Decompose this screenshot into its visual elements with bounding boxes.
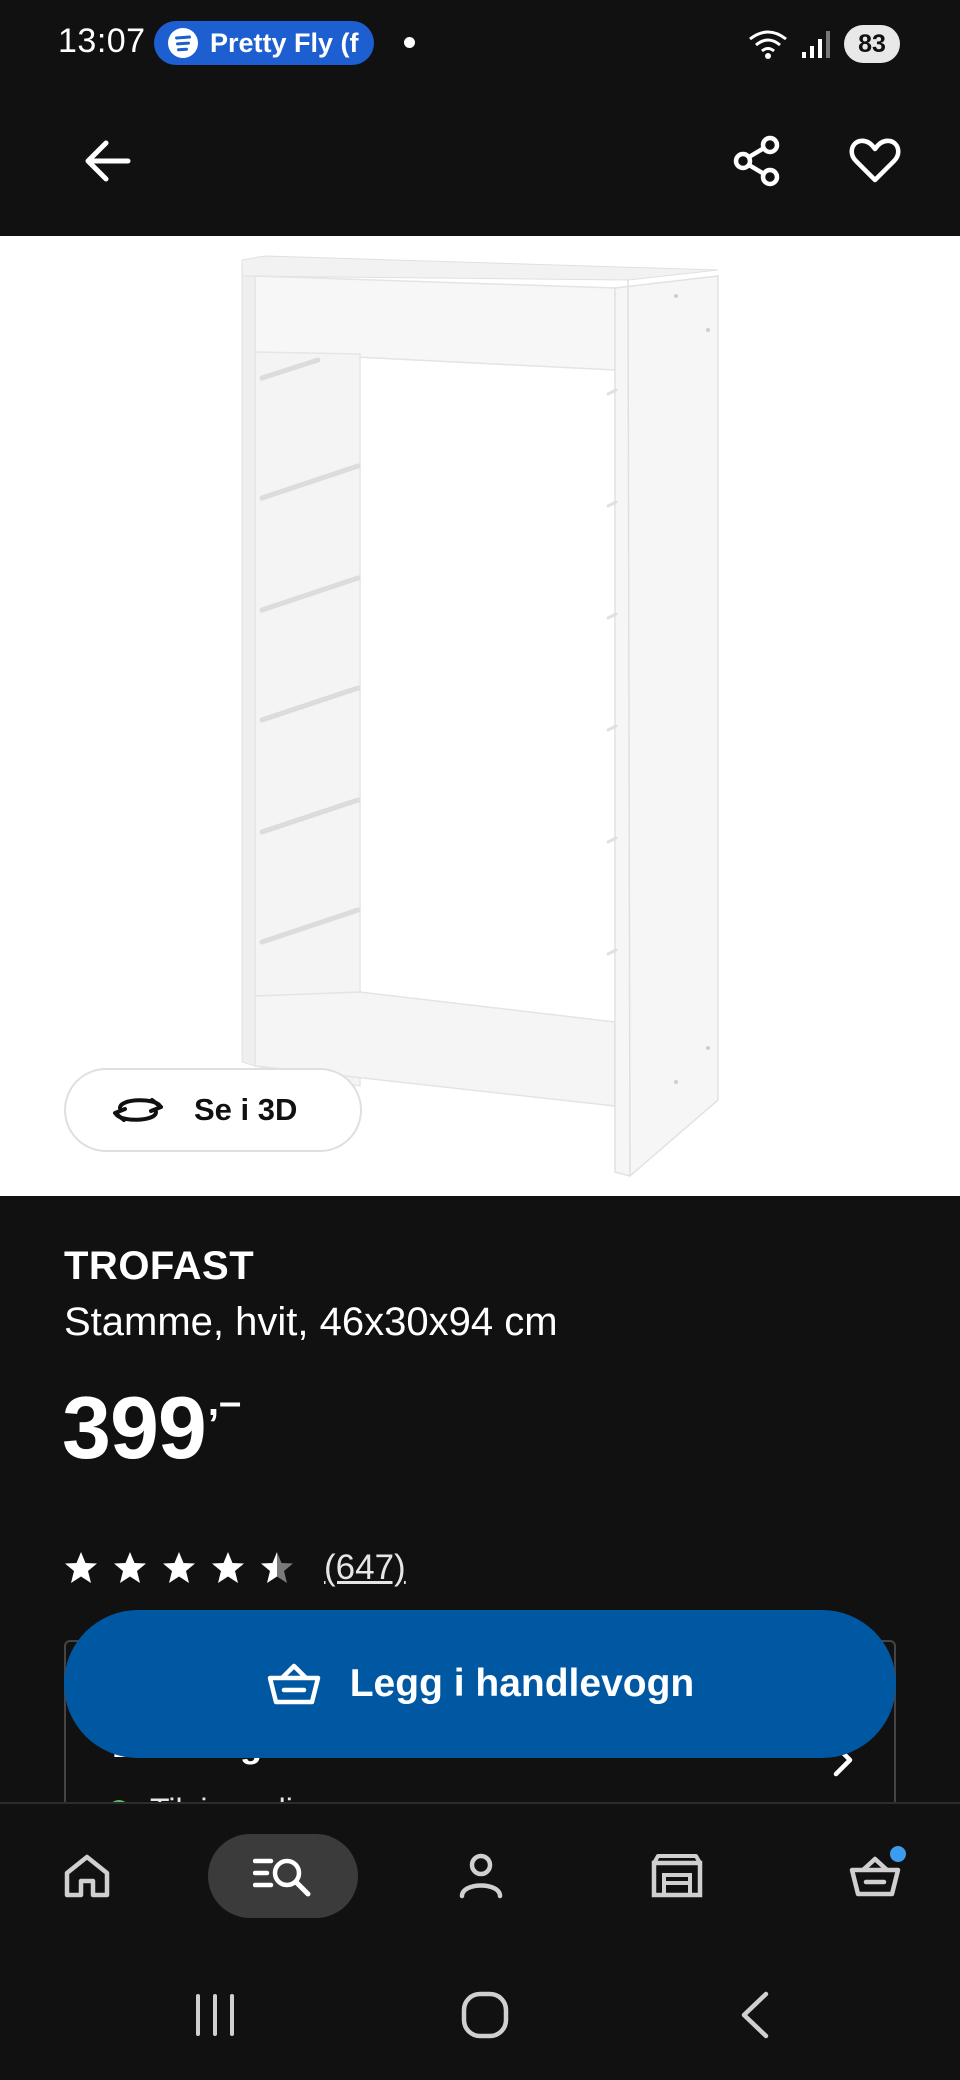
profile-icon	[459, 1853, 503, 1899]
product-name: TROFAST	[64, 1244, 255, 1288]
status-icons: 83	[748, 22, 900, 66]
bottom-tab-bar	[0, 1802, 960, 1952]
add-to-cart-label: Legg i handlevogn	[349, 1662, 695, 1705]
star-icon	[65, 1552, 97, 1583]
status-bar: 13:07 Pretty Fly (f 83	[0, 0, 960, 86]
recent-apps-button[interactable]	[170, 1980, 260, 2050]
home-icon	[64, 1854, 110, 1898]
product-page: 13:07 Pretty Fly (f 83 Se i 3D TROFAST S…	[0, 0, 960, 2080]
system-navigation-bar	[0, 1952, 960, 2080]
search-list-icon	[253, 1858, 311, 1897]
tab-stores[interactable]	[636, 1834, 718, 1918]
recent-apps-icon	[196, 1994, 234, 2036]
basket-icon	[267, 1663, 320, 1705]
rating-stars	[64, 1551, 294, 1585]
home-system-button[interactable]	[440, 1980, 530, 2050]
tab-profile[interactable]	[440, 1834, 522, 1918]
rotate-3d-icon	[113, 1098, 163, 1122]
add-to-cart-button[interactable]: Legg i handlevogn	[64, 1610, 896, 1758]
media-playback-pill[interactable]: Pretty Fly (f	[154, 21, 374, 65]
price-suffix: ,–	[207, 1380, 242, 1424]
back-button[interactable]	[62, 116, 152, 206]
star-icon	[261, 1552, 293, 1583]
back-system-button[interactable]	[710, 1980, 800, 2050]
product-price: 399 ,–	[62, 1378, 241, 1478]
status-time: 13:07	[58, 22, 146, 60]
tab-cart[interactable]	[834, 1834, 916, 1918]
favorite-button[interactable]	[830, 116, 920, 206]
top-nav	[0, 86, 960, 236]
tab-search[interactable]	[208, 1834, 358, 1918]
media-title: Pretty Fly (f	[210, 27, 359, 58]
star-icon	[114, 1552, 146, 1583]
share-icon	[733, 135, 780, 187]
home-circle-icon	[461, 1991, 509, 2039]
product-description: Stamme, hvit, 46x30x94 cm	[64, 1300, 558, 1344]
spotify-icon	[168, 28, 198, 58]
share-button[interactable]	[712, 116, 802, 206]
wifi-icon	[749, 30, 787, 59]
arrow-left-icon	[85, 140, 131, 182]
product-rating[interactable]: (647)	[64, 1544, 406, 1592]
tab-home[interactable]	[46, 1834, 128, 1918]
view-in-3d-label: Se i 3D	[194, 1092, 298, 1127]
store-icon	[651, 1854, 703, 1898]
view-in-3d-button[interactable]: Se i 3D	[64, 1068, 362, 1152]
review-count-link[interactable]: (647)	[324, 1548, 406, 1588]
signal-icon	[802, 31, 830, 58]
price-amount: 399	[62, 1378, 207, 1477]
star-icon	[212, 1552, 244, 1583]
notification-dot	[404, 37, 415, 48]
battery-indicator: 83	[844, 25, 900, 63]
heart-icon	[849, 138, 901, 183]
star-icon	[163, 1552, 195, 1583]
shelf-frame-image	[241, 255, 719, 1177]
product-image[interactable]	[0, 236, 960, 1196]
cart-badge	[890, 1846, 906, 1862]
chevron-left-icon	[741, 1991, 769, 2039]
